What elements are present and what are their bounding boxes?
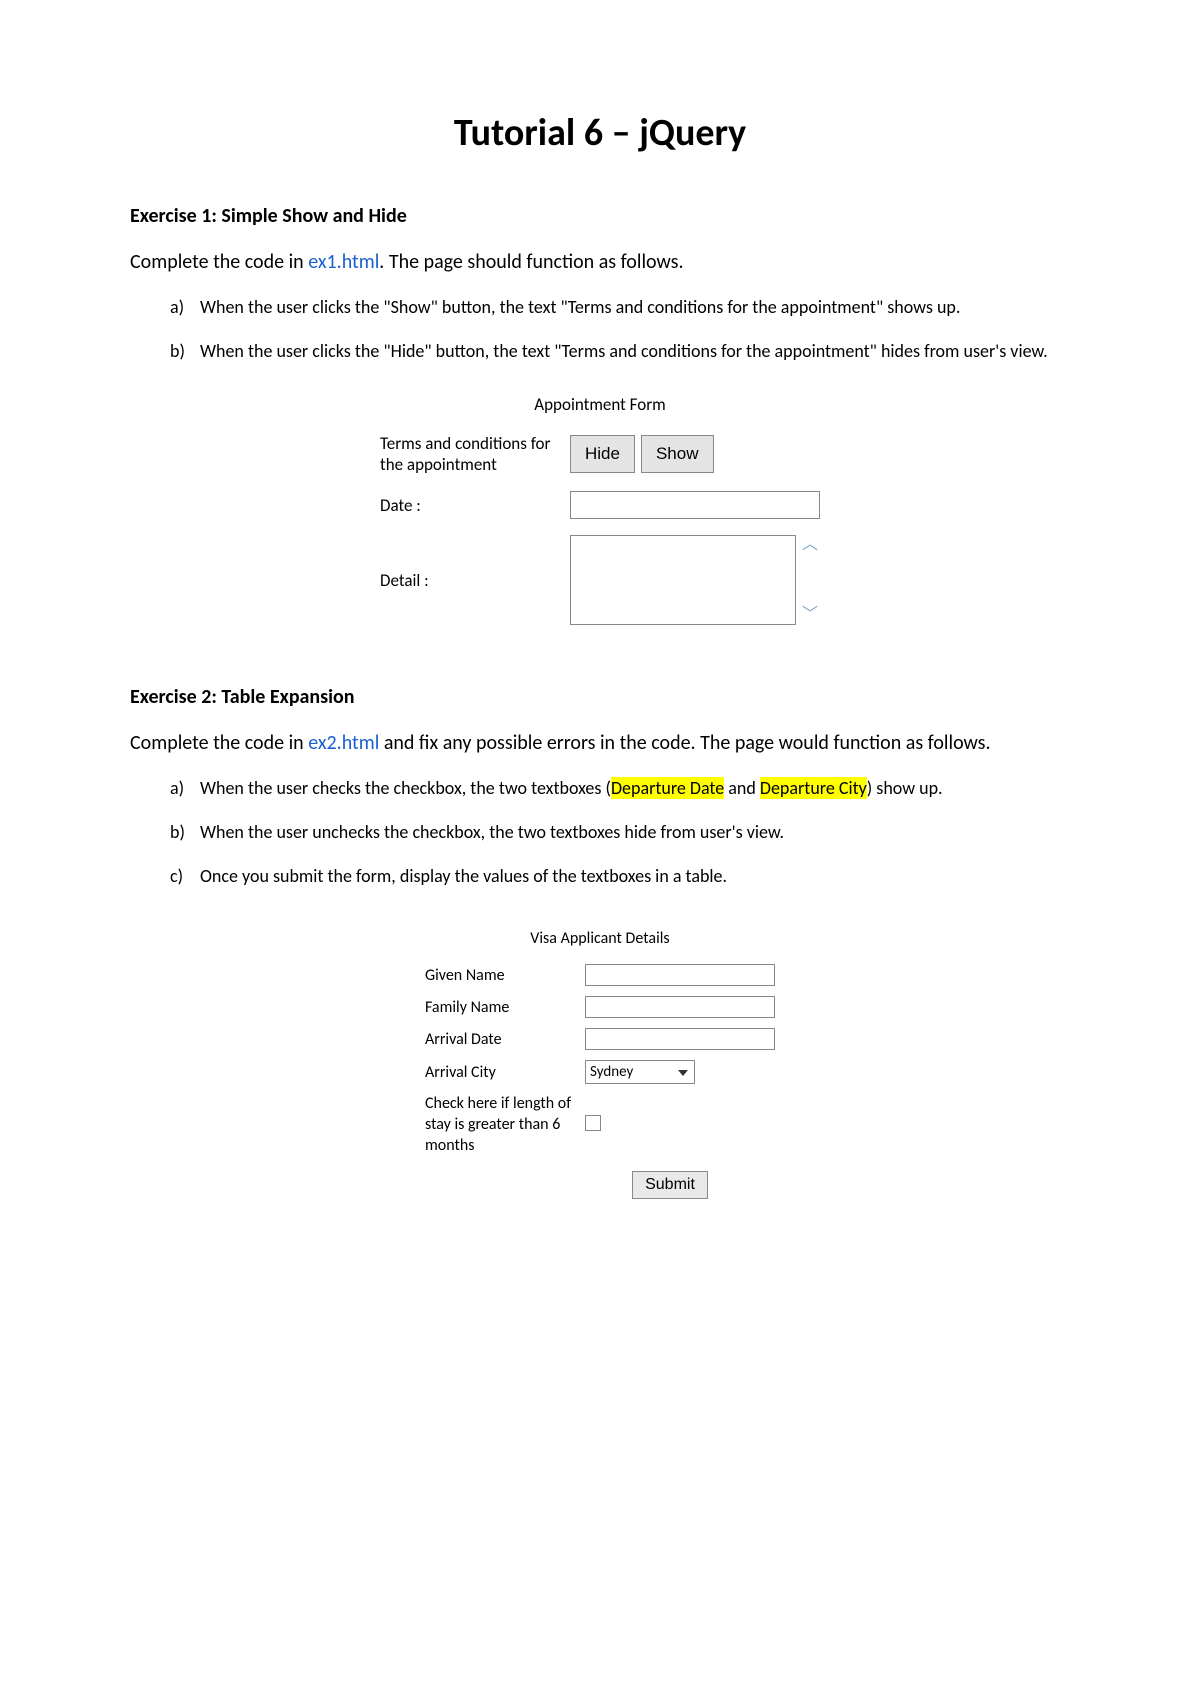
hide-button[interactable]: Hide: [570, 435, 635, 473]
date-row: Date :: [380, 491, 820, 519]
terms-label: Terms and conditions for the appointment: [380, 433, 570, 475]
visa-form: Visa Applicant Details Given Name Family…: [425, 929, 775, 1198]
detail-textarea[interactable]: [570, 535, 796, 625]
exercise2-intro-before: Complete the code in: [130, 731, 308, 755]
ex2-link[interactable]: ex2.html: [308, 731, 379, 755]
list-item: c) Once you submit the form, display the…: [170, 863, 1070, 889]
submit-button[interactable]: Submit: [632, 1171, 708, 1199]
detail-label: Detail :: [380, 570, 570, 591]
visa-form-title: Visa Applicant Details: [425, 929, 775, 948]
list-item: b) When the user clicks the "Hide" butto…: [170, 338, 1070, 364]
exercise2-intro-after: and fix any possible errors in the code.…: [379, 731, 990, 755]
given-name-input[interactable]: [585, 964, 775, 986]
scroll-down-icon[interactable]: ﹀: [800, 605, 820, 625]
list-marker: a): [170, 775, 184, 801]
list-marker: b): [170, 819, 185, 845]
page-title: Tutorial 6 – jQuery: [130, 110, 1070, 156]
list-text: When the user checks the checkbox, the t…: [200, 777, 943, 799]
textarea-scrollbar: ︿ ﹀: [800, 535, 820, 625]
exercise1-intro: Complete the code in ex1.html. The page …: [130, 250, 1070, 274]
list-item: b) When the user unchecks the checkbox, …: [170, 819, 1070, 845]
detail-row: Detail : ︿ ﹀: [380, 535, 820, 625]
list-marker: c): [170, 863, 183, 889]
arrival-date-input[interactable]: [585, 1028, 775, 1050]
exercise2-heading: Exercise 2: Table Expansion: [130, 685, 1070, 709]
given-name-label: Given Name: [425, 966, 585, 985]
submit-row: Submit: [425, 1171, 775, 1199]
list-item: a) When the user clicks the "Show" butto…: [170, 294, 1070, 320]
stay-check-label: Check here if length of stay is greater …: [425, 1094, 585, 1156]
ex1-link[interactable]: ex1.html: [308, 250, 379, 274]
text-part: ) show up.: [867, 777, 943, 799]
exercise1-intro-after: . The page should function as follows.: [379, 250, 683, 274]
exercise2-list: a) When the user checks the checkbox, th…: [170, 775, 1070, 889]
appointment-form-title: Appointment Form: [380, 394, 820, 415]
given-name-row: Given Name: [425, 964, 775, 986]
arrival-date-label: Arrival Date: [425, 1030, 585, 1049]
list-item: a) When the user checks the checkbox, th…: [170, 775, 1070, 801]
stay-checkbox[interactable]: [585, 1115, 601, 1131]
highlight-departure-date: Departure Date: [611, 777, 724, 799]
family-name-row: Family Name: [425, 996, 775, 1018]
date-label: Date :: [380, 495, 570, 516]
family-name-label: Family Name: [425, 998, 585, 1017]
arrival-city-select[interactable]: Sydney: [585, 1060, 695, 1084]
list-text: When the user clicks the "Hide" button, …: [200, 340, 1048, 362]
text-part: and: [724, 777, 760, 799]
family-name-input[interactable]: [585, 996, 775, 1018]
arrival-city-label: Arrival City: [425, 1063, 585, 1082]
terms-row: Terms and conditions for the appointment…: [380, 433, 820, 475]
arrival-date-row: Arrival Date: [425, 1028, 775, 1050]
stay-check-row: Check here if length of stay is greater …: [425, 1094, 775, 1156]
exercise1-list: a) When the user clicks the "Show" butto…: [170, 294, 1070, 364]
show-button[interactable]: Show: [641, 435, 714, 473]
list-text: When the user clicks the "Show" button, …: [200, 296, 960, 318]
list-marker: a): [170, 294, 184, 320]
arrival-city-value: Sydney: [590, 1063, 633, 1081]
list-text: Once you submit the form, display the va…: [200, 865, 727, 887]
scroll-up-icon[interactable]: ︿: [800, 535, 820, 555]
arrival-city-row: Arrival City Sydney: [425, 1060, 775, 1084]
text-part: When the user checks the checkbox, the t…: [200, 777, 611, 799]
list-text: When the user unchecks the checkbox, the…: [200, 821, 784, 843]
exercise1-heading: Exercise 1: Simple Show and Hide: [130, 204, 1070, 228]
exercise1-intro-before: Complete the code in: [130, 250, 308, 274]
list-marker: b): [170, 338, 185, 364]
appointment-form: Appointment Form Terms and conditions fo…: [380, 394, 820, 625]
highlight-departure-city: Departure City: [760, 777, 867, 799]
exercise2-intro: Complete the code in ex2.html and fix an…: [130, 731, 1070, 755]
date-input[interactable]: [570, 491, 820, 519]
